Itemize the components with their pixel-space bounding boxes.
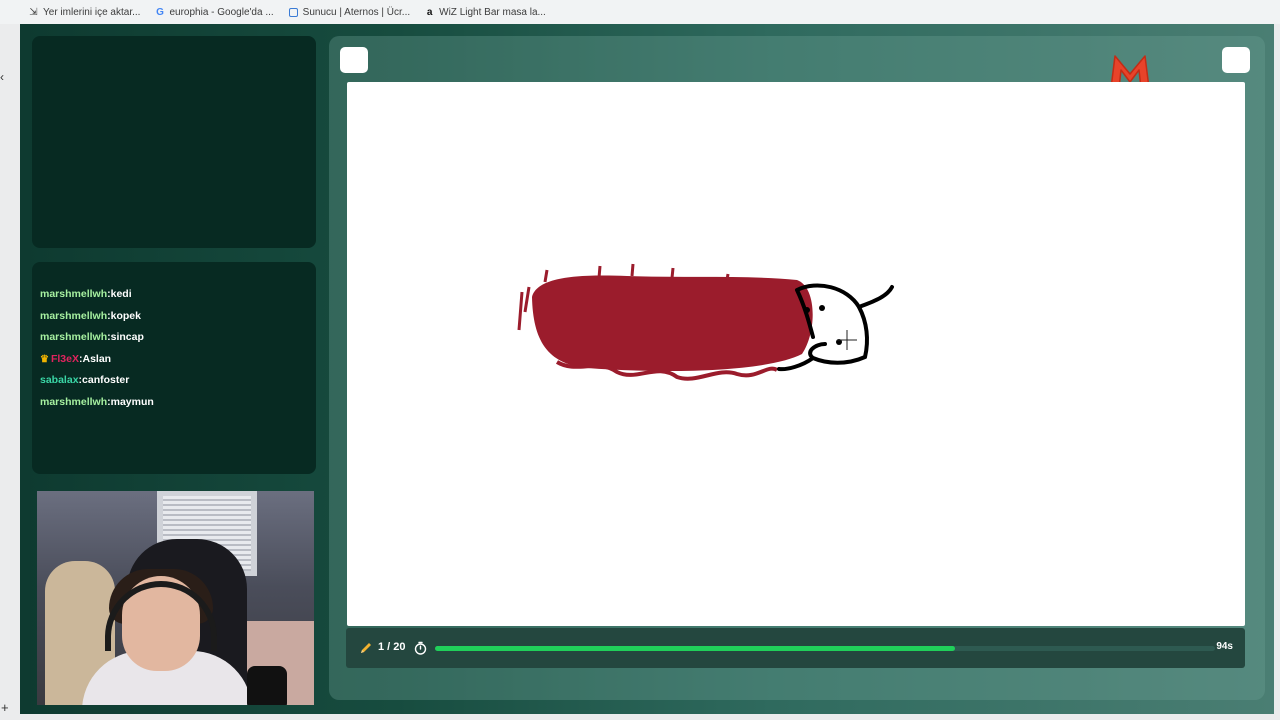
top-left-panel	[32, 36, 316, 248]
bookmark-label: Yer imlerini içe aktar...	[43, 6, 141, 18]
black-eye-2	[819, 305, 825, 311]
google-icon: G	[156, 6, 164, 18]
menu-button[interactable]	[340, 47, 368, 73]
chat-text: :sincap	[107, 331, 144, 343]
bookmark-item[interactable]: Sunucu | Aternos | Ücr...	[288, 7, 410, 18]
chat-text: :kopek	[107, 309, 141, 322]
add-icon[interactable]: +	[1, 700, 9, 715]
round-status-bar: 1 / 20 94s	[346, 628, 1245, 668]
black-eye-1	[804, 307, 810, 313]
red-scribble-left	[517, 286, 531, 331]
amazon-icon: a	[426, 6, 433, 18]
chat-username: sabalax	[40, 374, 79, 386]
chat-username: marshmellwh	[40, 331, 108, 343]
bookmarks-bar: ⇲ Yer imlerini içe aktar... Geurophia - Go…	[0, 0, 1280, 24]
chat-message: marshmellwh:kopek	[40, 310, 310, 332]
chat-message: marshmellwh:kedi	[40, 288, 310, 310]
timer-progress-track	[435, 646, 1215, 651]
chat-username: marshmellwh	[40, 309, 108, 322]
round-counter: 1 / 20	[378, 641, 406, 653]
time-remaining: 94s	[1216, 641, 1233, 652]
game-panel: 1 / 20 94s	[329, 36, 1265, 700]
bookmark-label: Sunucu | Aternos | Ücr...	[302, 6, 411, 18]
collapse-arrow-icon[interactable]: ‹	[0, 70, 4, 84]
bookmark-label: WiZ Light Bar masa la...	[439, 6, 546, 18]
crown-icon: ♛	[40, 353, 49, 365]
chat-message: sabalax:canfoster	[40, 374, 310, 396]
bookmark-item[interactable]: ⇲ Yer imlerini içe aktar...	[28, 7, 140, 18]
webcam-feed	[37, 491, 314, 705]
chat-panel: marshmellwh:kedi marshmellwh:kopek marshme…	[32, 262, 316, 474]
chat-text: :canfoster	[78, 374, 130, 386]
pencil-icon	[361, 643, 371, 653]
chat-text: :Aslan	[78, 352, 112, 365]
import-icon: ⇲	[29, 6, 38, 18]
chat-text: :kedi	[107, 288, 132, 300]
bookmark-item[interactable]: a WiZ Light Bar masa la...	[424, 7, 546, 18]
chat-message: marshmellwh:sincap	[40, 331, 310, 353]
cursor-crosshair-icon	[837, 330, 857, 350]
aternos-icon	[288, 7, 299, 18]
chat-username: Fl3eX	[50, 352, 79, 365]
black-horn	[857, 285, 894, 309]
chat-text: :maymun	[107, 395, 154, 408]
stopwatch-icon	[414, 641, 427, 655]
webcam-microphone	[247, 666, 287, 705]
chat-username: marshmellwh	[40, 395, 108, 408]
chat-username: marshmellwh	[40, 288, 108, 300]
settings-button[interactable]	[1222, 47, 1250, 73]
chat-message: marshmellwh:maymun	[40, 396, 310, 418]
app-frame: marshmellwh:kedi marshmellwh:kopek marshme…	[20, 24, 1274, 714]
drawing-canvas[interactable]	[347, 82, 1245, 626]
chat-list: marshmellwh:kedi marshmellwh:kopek marshme…	[40, 288, 310, 422]
bookmark-item[interactable]: Geurophia - Google'da ...	[154, 6, 274, 18]
timer-progress-fill	[435, 646, 956, 651]
bookmark-label: europhia - Google'da ...	[169, 6, 274, 18]
drawing-strokes	[517, 263, 894, 381]
chat-message: ♛ Fl3eX:Aslan	[40, 353, 310, 375]
red-body-stroke	[532, 275, 813, 372]
